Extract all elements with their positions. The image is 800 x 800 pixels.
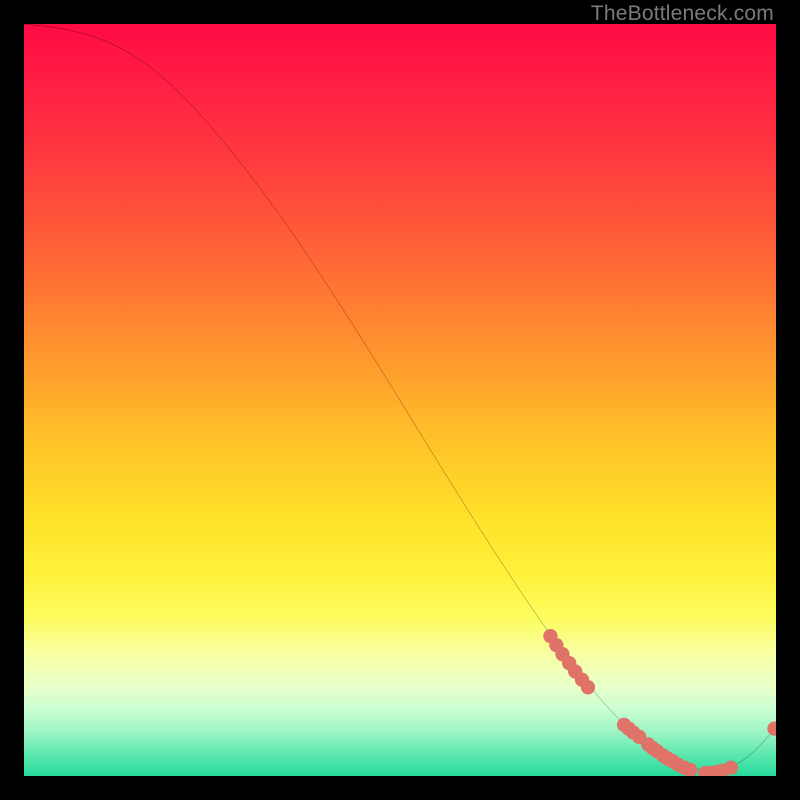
watermark-text: TheBottleneck.com <box>591 2 774 26</box>
marker-dot <box>767 721 776 735</box>
marker-dot <box>724 761 738 775</box>
highlighted-points <box>543 629 776 776</box>
plot-area <box>24 24 776 776</box>
chart-stage: TheBottleneck.com <box>0 0 800 800</box>
chart-svg <box>24 24 776 776</box>
marker-dot <box>581 680 595 694</box>
bottleneck-curve <box>24 24 776 770</box>
